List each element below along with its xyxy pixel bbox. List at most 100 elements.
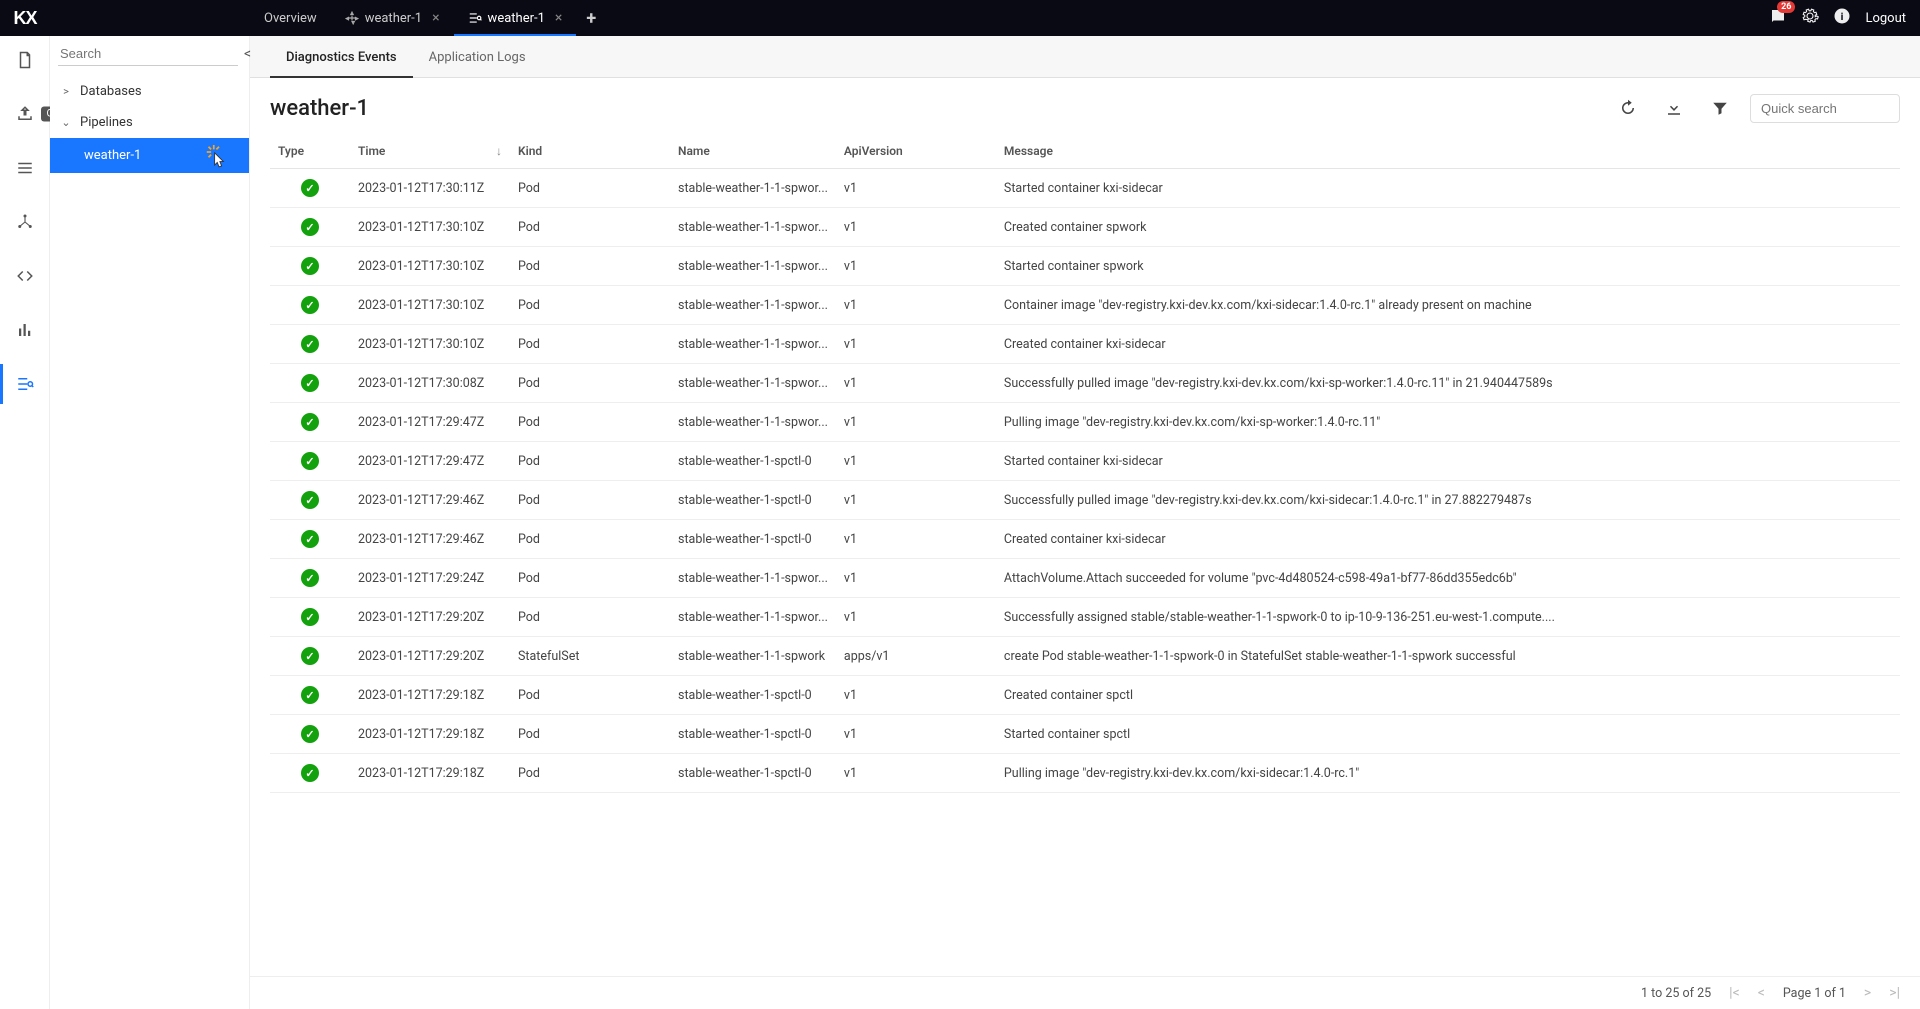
table-row[interactable]: 2023-01-12T17:29:47ZPodstable-weather-1-… <box>270 442 1900 481</box>
cell-message: Started container spctl <box>996 715 1900 754</box>
collapse-panel-button[interactable]: < <box>244 46 251 62</box>
events-table-wrap[interactable]: Type Time ↓ Kind Name ApiVersion Message… <box>250 134 1920 976</box>
tab-pipeline[interactable]: weather-1 × <box>331 0 454 36</box>
events-table: Type Time ↓ Kind Name ApiVersion Message… <box>270 134 1900 793</box>
tree-group-databases[interactable]: > Databases <box>50 76 249 107</box>
close-icon[interactable]: × <box>432 10 439 26</box>
sort-desc-icon: ↓ <box>496 144 502 158</box>
cell-api: v1 <box>836 715 996 754</box>
tree-group-label: Pipelines <box>80 115 133 130</box>
rail-code[interactable] <box>9 260 41 292</box>
cell-message: Created container spctl <box>996 676 1900 715</box>
cell-api: v1 <box>836 247 996 286</box>
col-type[interactable]: Type <box>270 134 350 169</box>
subtab-application-logs[interactable]: Application Logs <box>413 36 542 77</box>
notifications-button[interactable]: 26 <box>1769 7 1787 29</box>
table-row[interactable]: 2023-01-12T17:29:18ZPodstable-weather-1-… <box>270 754 1900 793</box>
cell-name: stable-weather-1-1-spwor... <box>670 325 836 364</box>
cell-time: 2023-01-12T17:29:20Z <box>350 598 510 637</box>
info-button[interactable]: i <box>1833 7 1851 29</box>
diagnostics-icon <box>468 11 482 25</box>
logout-button[interactable]: Logout <box>1865 11 1906 26</box>
cell-type <box>270 286 350 325</box>
quick-search-input[interactable] <box>1750 94 1900 123</box>
explorer-search-input[interactable] <box>58 42 238 66</box>
table-row[interactable]: 2023-01-12T17:29:20ZStatefulSetstable-we… <box>270 637 1900 676</box>
cell-type <box>270 481 350 520</box>
cell-message: Created container spwork <box>996 208 1900 247</box>
status-ok-icon <box>301 608 319 626</box>
cell-api: v1 <box>836 754 996 793</box>
col-name[interactable]: Name <box>670 134 836 169</box>
table-row[interactable]: 2023-01-12T17:30:10ZPodstable-weather-1-… <box>270 208 1900 247</box>
cell-name: stable-weather-1-spctl-0 <box>670 481 836 520</box>
table-row[interactable]: 2023-01-12T17:29:24ZPodstable-weather-1-… <box>270 559 1900 598</box>
rail-document[interactable] <box>9 44 41 76</box>
pager: 1 to 25 of 25 |< < Page 1 of 1 > >| <box>250 976 1920 1009</box>
table-row[interactable]: 2023-01-12T17:29:18ZPodstable-weather-1-… <box>270 715 1900 754</box>
cell-message: Successfully assigned stable/stable-weat… <box>996 598 1900 637</box>
rail-upload[interactable]: Overview <box>9 98 41 130</box>
col-apiversion[interactable]: ApiVersion <box>836 134 996 169</box>
cell-api: v1 <box>836 559 996 598</box>
rail-diagnostics[interactable] <box>9 368 41 400</box>
table-row[interactable]: 2023-01-12T17:29:20ZPodstable-weather-1-… <box>270 598 1900 637</box>
cell-message: Started container kxi-sidecar <box>996 169 1900 208</box>
table-row[interactable]: 2023-01-12T17:29:46ZPodstable-weather-1-… <box>270 481 1900 520</box>
new-tab-button[interactable]: + <box>576 0 606 36</box>
cell-kind: Pod <box>510 247 670 286</box>
content-header: weather-1 <box>250 78 1920 134</box>
cell-kind: Pod <box>510 520 670 559</box>
status-ok-icon <box>301 686 319 704</box>
cell-name: stable-weather-1-1-spwor... <box>670 208 836 247</box>
table-row[interactable]: 2023-01-12T17:30:08ZPodstable-weather-1-… <box>270 364 1900 403</box>
settings-button[interactable] <box>1801 7 1819 29</box>
cell-message: Container image "dev-registry.kxi-dev.kx… <box>996 286 1900 325</box>
tree-item-weather-1[interactable]: weather-1 <box>50 138 249 173</box>
pager-prev-button[interactable]: < <box>1758 985 1765 1001</box>
table-row[interactable]: 2023-01-12T17:29:18ZPodstable-weather-1-… <box>270 676 1900 715</box>
col-message[interactable]: Message <box>996 134 1900 169</box>
rail-menu[interactable] <box>9 152 41 184</box>
col-time[interactable]: Time ↓ <box>350 134 510 169</box>
cell-kind: Pod <box>510 481 670 520</box>
tree-group-pipelines[interactable]: ⌄ Pipelines <box>50 107 249 138</box>
cell-api: v1 <box>836 169 996 208</box>
cell-api: apps/v1 <box>836 637 996 676</box>
cell-kind: Pod <box>510 598 670 637</box>
table-row[interactable]: 2023-01-12T17:30:10ZPodstable-weather-1-… <box>270 325 1900 364</box>
cell-type <box>270 676 350 715</box>
table-row[interactable]: 2023-01-12T17:29:46ZPodstable-weather-1-… <box>270 520 1900 559</box>
pager-last-button[interactable]: >| <box>1889 985 1900 1001</box>
rail-pipelines[interactable] <box>9 206 41 238</box>
filter-button[interactable] <box>1704 92 1736 124</box>
rail-charts[interactable] <box>9 314 41 346</box>
table-row[interactable]: 2023-01-12T17:30:10ZPodstable-weather-1-… <box>270 286 1900 325</box>
cell-name: stable-weather-1-spctl-0 <box>670 520 836 559</box>
cell-time: 2023-01-12T17:29:46Z <box>350 520 510 559</box>
cell-type <box>270 325 350 364</box>
tree-item-label: weather-1 <box>84 148 141 163</box>
cell-time: 2023-01-12T17:29:24Z <box>350 559 510 598</box>
download-button[interactable] <box>1658 92 1690 124</box>
pager-next-button[interactable]: > <box>1864 985 1871 1001</box>
cell-kind: Pod <box>510 169 670 208</box>
table-row[interactable]: 2023-01-12T17:30:10ZPodstable-weather-1-… <box>270 247 1900 286</box>
col-kind[interactable]: Kind <box>510 134 670 169</box>
status-ok-icon <box>301 335 319 353</box>
cell-type <box>270 403 350 442</box>
cell-time: 2023-01-12T17:29:18Z <box>350 715 510 754</box>
table-row[interactable]: 2023-01-12T17:29:47ZPodstable-weather-1-… <box>270 403 1900 442</box>
tab-overview[interactable]: Overview <box>250 0 331 36</box>
subtab-diagnostics-events[interactable]: Diagnostics Events <box>270 36 413 77</box>
pager-first-button[interactable]: |< <box>1729 985 1740 1001</box>
cell-name: stable-weather-1-1-spwor... <box>670 598 836 637</box>
cell-message: Started container kxi-sidecar <box>996 442 1900 481</box>
cell-time: 2023-01-12T17:29:47Z <box>350 442 510 481</box>
table-row[interactable]: 2023-01-12T17:30:11ZPodstable-weather-1-… <box>270 169 1900 208</box>
cell-kind: Pod <box>510 442 670 481</box>
close-icon[interactable]: × <box>555 10 562 26</box>
cell-type <box>270 754 350 793</box>
tab-diagnostics[interactable]: weather-1 × <box>454 0 577 36</box>
refresh-button[interactable] <box>1612 92 1644 124</box>
